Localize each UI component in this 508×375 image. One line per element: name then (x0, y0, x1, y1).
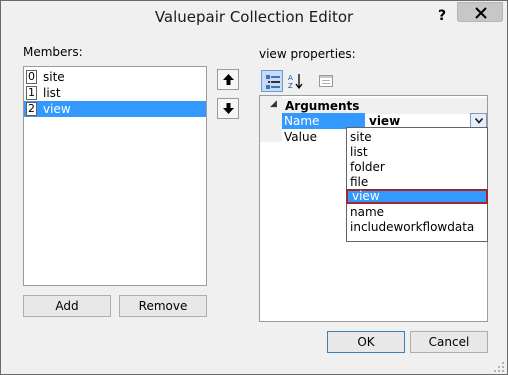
chevron-down-icon (475, 118, 483, 124)
dropdown-option[interactable]: site (348, 130, 486, 145)
alphabetical-sort-button[interactable]: A Z (285, 70, 307, 92)
categorized-view-button[interactable] (261, 70, 283, 92)
svg-text:A: A (288, 74, 293, 82)
dropdown-option[interactable]: folder (348, 160, 486, 175)
category-row[interactable]: ◢ Arguments (260, 98, 487, 114)
resize-grip-icon[interactable] (493, 361, 505, 373)
move-up-button[interactable] (217, 69, 239, 90)
dropdown-option[interactable]: includeworkflowdata (348, 220, 486, 235)
close-icon (475, 7, 487, 19)
add-button[interactable]: Add (23, 295, 111, 317)
name-dropdown-list[interactable]: site list folder file view name includew… (346, 127, 488, 242)
member-name: view (43, 102, 71, 116)
list-item[interactable]: 1 list (24, 85, 206, 101)
list-item-selected[interactable]: 2 view (24, 101, 206, 117)
dropdown-toggle-button[interactable] (470, 113, 487, 128)
collapse-triangle-icon[interactable]: ◢ (270, 99, 277, 109)
dropdown-option[interactable]: list (348, 145, 486, 160)
arrow-up-icon (223, 74, 234, 85)
ok-button[interactable]: OK (327, 331, 405, 353)
members-label: Members: (23, 45, 83, 59)
member-name: site (43, 70, 65, 84)
svg-text:Z: Z (288, 82, 293, 89)
list-item[interactable]: 0 site (24, 69, 206, 85)
members-list[interactable]: 0 site 1 list 2 view (23, 66, 207, 286)
categorized-icon (266, 75, 280, 89)
property-pages-icon (319, 75, 333, 87)
help-button[interactable]: ? (429, 5, 455, 27)
member-index: 1 (26, 86, 37, 100)
move-down-button[interactable] (217, 98, 239, 119)
member-index: 0 (26, 70, 37, 84)
category-name: Arguments (285, 99, 360, 113)
property-pages-button[interactable] (315, 70, 337, 92)
properties-label: view properties: (259, 47, 356, 61)
dropdown-option[interactable]: name (348, 205, 486, 220)
member-index: 2 (26, 102, 37, 116)
remove-button[interactable]: Remove (119, 295, 207, 317)
arrow-down-icon (223, 103, 234, 114)
dropdown-option-highlighted[interactable]: view (346, 189, 488, 204)
member-name: list (43, 86, 61, 100)
sort-az-icon: A Z (288, 74, 303, 89)
title-bar: Valuepair Collection Editor ? (1, 1, 507, 33)
dropdown-option[interactable]: file (348, 175, 486, 190)
cancel-button[interactable]: Cancel (410, 331, 488, 353)
close-button[interactable] (457, 2, 503, 22)
collection-editor-dialog: Valuepair Collection Editor ? Members: 0… (0, 0, 508, 375)
